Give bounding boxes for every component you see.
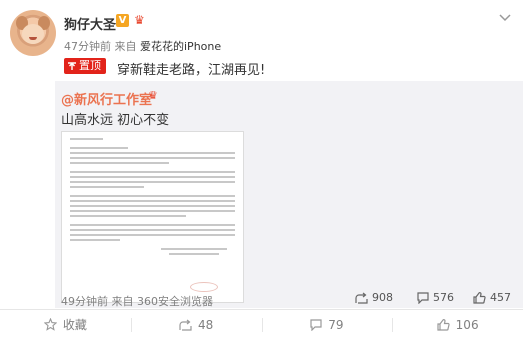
repost-comment-count: 576 — [433, 291, 454, 304]
letter-image[interactable] — [61, 131, 244, 303]
avatar[interactable] — [10, 10, 56, 56]
letter-line — [70, 224, 235, 226]
letter-line — [70, 186, 145, 188]
source-prefix: 来自 — [111, 295, 134, 308]
avatar-face — [22, 24, 44, 44]
verified-badge: V — [116, 14, 129, 27]
repost-username[interactable]: @新风行工作室 — [61, 89, 152, 108]
share-count: 48 — [197, 317, 214, 332]
repost-like-stat[interactable]: 457 — [473, 291, 511, 304]
post-meta: 47分钟前 来自 爱花花的iPhone — [64, 38, 221, 54]
pin-icon — [68, 62, 76, 70]
letter-line — [70, 147, 128, 149]
share-icon — [355, 292, 368, 304]
thumbs-up-icon — [473, 291, 486, 304]
post-time[interactable]: 47分钟前 — [64, 40, 111, 53]
letter-stamp — [190, 282, 218, 292]
letter-line — [70, 200, 235, 202]
pinned-tag-label: 置顶 — [79, 59, 101, 72]
letter-line — [70, 210, 235, 212]
letter-line — [70, 215, 186, 217]
letter-signature-line — [160, 248, 227, 250]
comment-icon — [310, 318, 322, 331]
comment-icon — [417, 291, 429, 304]
letter-line — [70, 152, 235, 154]
post-text: 穿新鞋走老路，江湖再见! — [117, 63, 266, 78]
letter-line — [70, 234, 235, 236]
letter-line — [70, 205, 235, 207]
repost-time[interactable]: 49分钟前 — [61, 295, 108, 308]
collect-label: 收藏 — [62, 318, 87, 332]
letter-line — [70, 195, 235, 197]
like-button[interactable]: 106 — [392, 310, 523, 339]
letter-line — [70, 171, 235, 173]
repost-share-stat[interactable]: 908 — [355, 291, 393, 304]
share-icon — [179, 319, 192, 331]
action-bar: 收藏 48 79 106 — [0, 309, 523, 339]
repost-like-count: 457 — [490, 291, 511, 304]
letter-line — [70, 181, 235, 183]
post-source: 爱花花的iPhone — [140, 40, 222, 53]
repost-share-count: 908 — [372, 291, 393, 304]
crown-icon: ♛ — [134, 13, 145, 27]
repost-meta: 49分钟前 来自 360安全浏览器 — [61, 293, 213, 309]
share-button[interactable]: 48 — [130, 310, 262, 339]
thumbs-up-icon — [437, 318, 450, 331]
repost-source: 360安全浏览器 — [137, 295, 213, 308]
like-count: 106 — [455, 317, 479, 332]
letter-line — [70, 162, 169, 164]
letter-date-line — [169, 253, 219, 255]
letter-line — [70, 176, 235, 178]
source-prefix: 来自 — [114, 40, 137, 53]
comment-button[interactable]: 79 — [261, 310, 393, 339]
repost-comment-stat[interactable]: 576 — [417, 291, 454, 304]
letter-line — [70, 239, 120, 241]
repost-text: 山高水远 初心不变 — [61, 113, 170, 128]
pinned-tag: 置顶 — [64, 58, 106, 74]
collect-button[interactable]: 收藏 — [0, 310, 131, 339]
comment-count: 79 — [328, 317, 344, 332]
star-icon — [43, 318, 57, 331]
chevron-down-icon[interactable] — [499, 14, 511, 24]
letter-line — [70, 157, 235, 159]
username[interactable]: 狗仔大圣 — [64, 14, 116, 33]
repost-card: @新风行工作室 ♛ 山高水远 初心不变 49分钟前 来自 360安全浏览器 90… — [55, 81, 523, 308]
letter-line — [70, 138, 103, 140]
crown-icon: ♛ — [148, 89, 158, 102]
letter-line — [70, 229, 235, 231]
